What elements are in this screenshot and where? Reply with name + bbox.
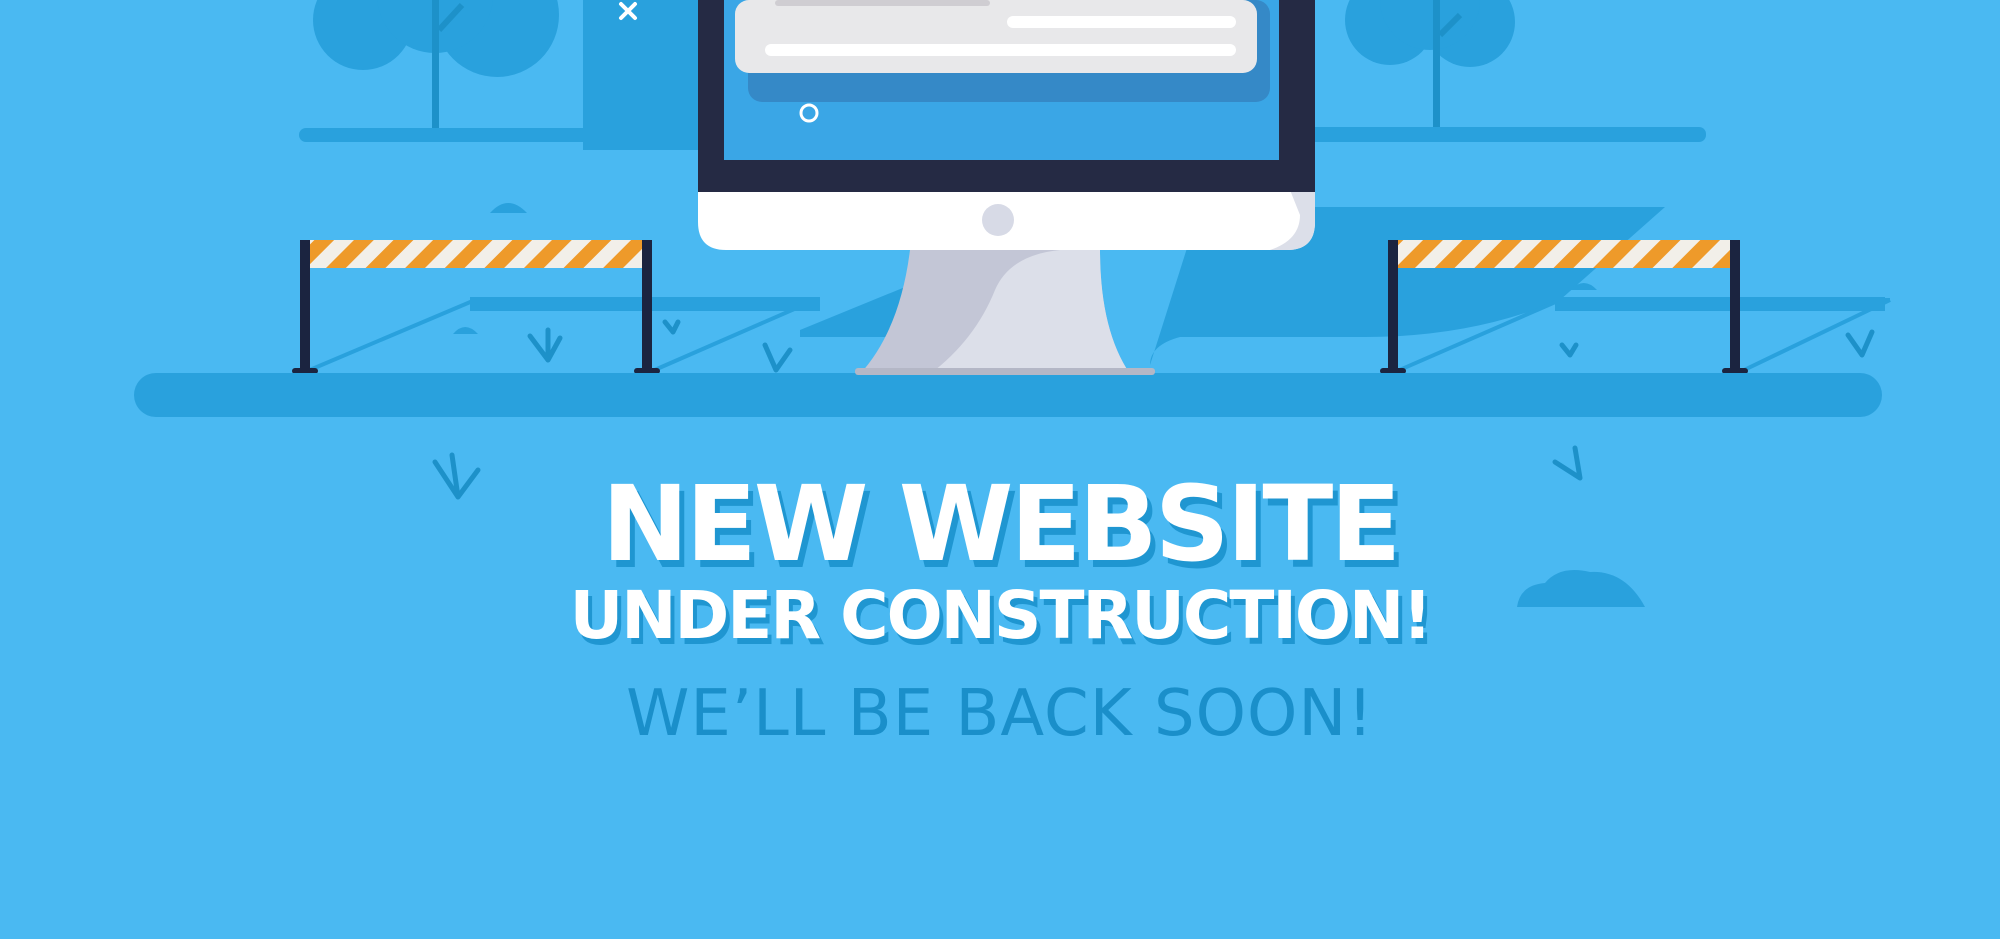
headline-secondary: UNDER CONSTRUCTION! (569, 577, 1433, 654)
tree-icon (313, 0, 559, 142)
tagline: WE’LL BE BACK SOON! (626, 677, 1374, 751)
building-block (583, 0, 703, 150)
cloud-icon (453, 327, 478, 334)
headline-primary: NEW WEBSITE (601, 463, 1402, 585)
tree-icon (1345, 0, 1515, 134)
ground-bar (134, 373, 1882, 417)
barrier-icon (292, 240, 820, 374)
ground-line-right (1300, 127, 1706, 142)
ground-line-left (299, 128, 599, 142)
cloud-icon (490, 203, 527, 213)
